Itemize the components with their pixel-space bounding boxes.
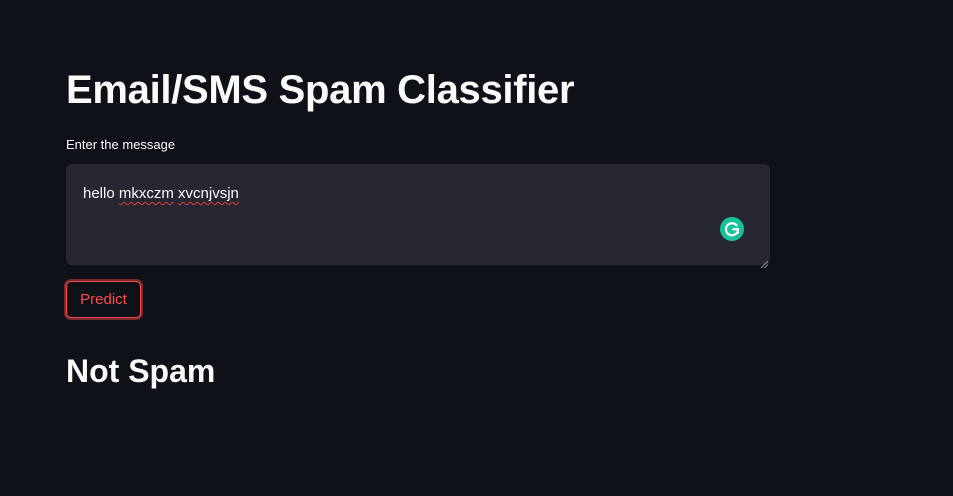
misspelled-word: xvcnjvsjn (178, 185, 239, 202)
prediction-result: Not Spam (66, 353, 216, 389)
message-input-label: Enter the message (66, 137, 176, 152)
misspelled-word: mkxczm (118, 185, 174, 202)
app-container: Email/SMS Spam Classifier Enter the mess… (0, 0, 953, 496)
page-title: Email/SMS Spam Classifier (66, 68, 575, 112)
predict-button[interactable]: Predict (66, 281, 141, 318)
message-input-container: hello mkxczm xvcnjvsjn (66, 164, 770, 269)
message-textarea[interactable]: hello mkxczm xvcnjvsjn (66, 164, 770, 265)
resize-handle-icon[interactable] (760, 255, 769, 269)
grammarly-icon[interactable] (720, 217, 744, 241)
message-word: hello (83, 185, 115, 202)
